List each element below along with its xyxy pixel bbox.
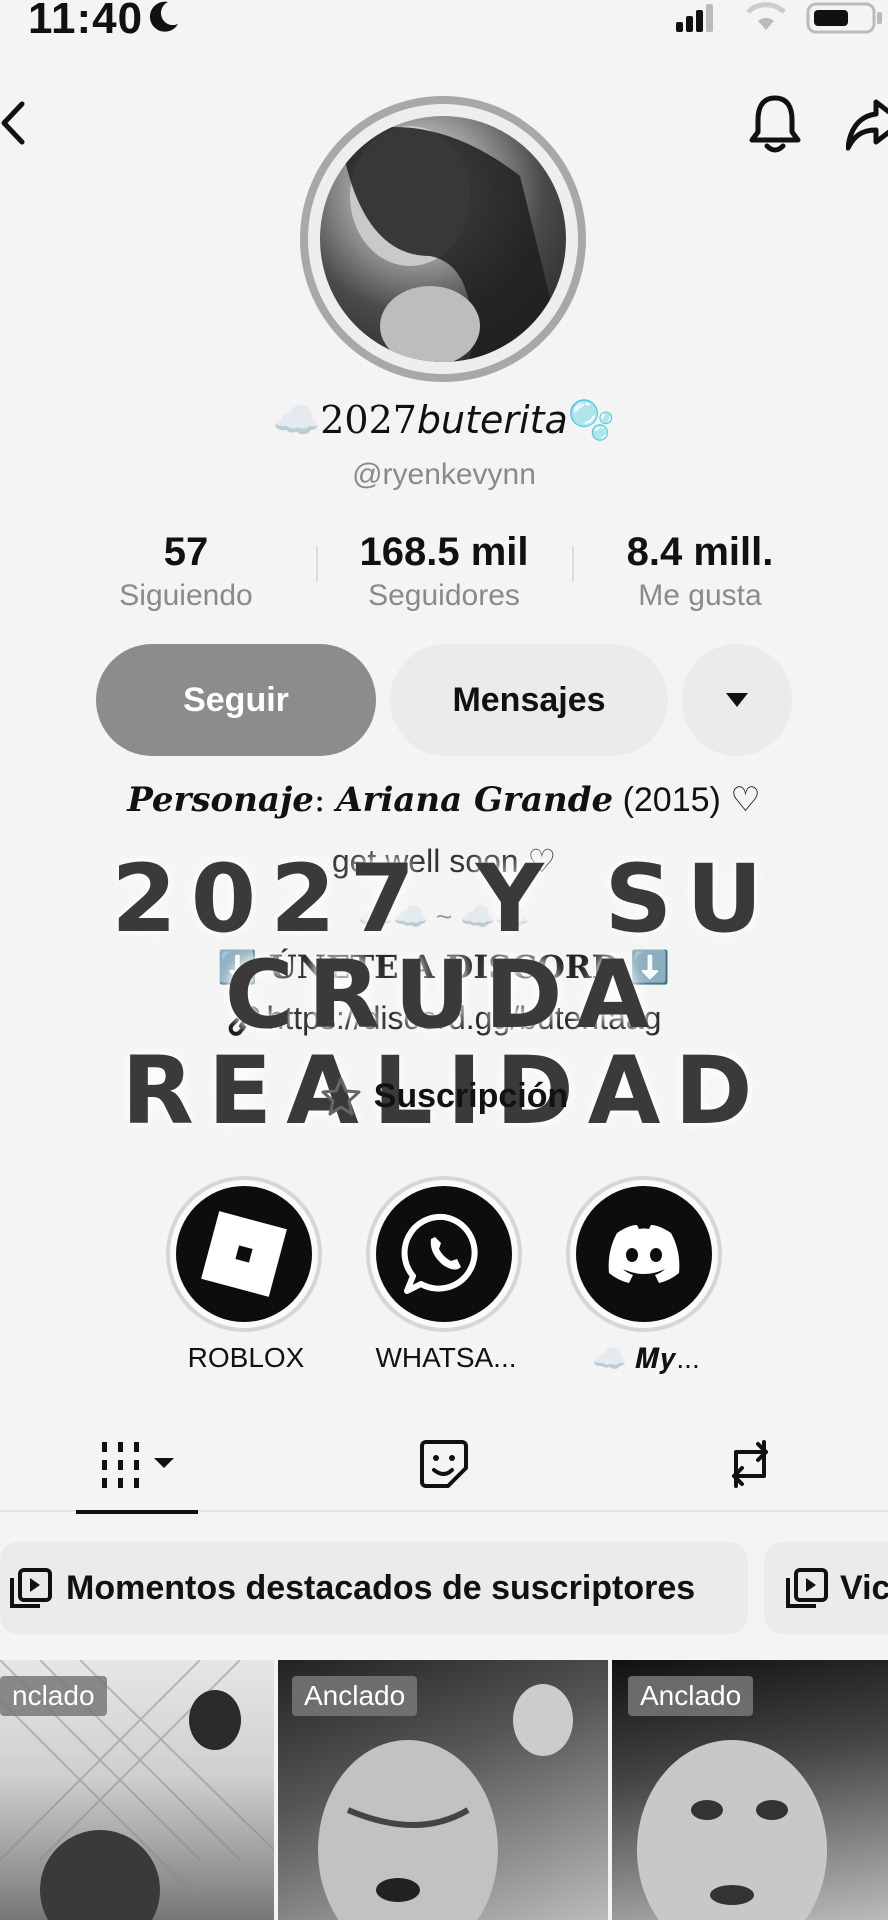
repost-icon — [732, 1440, 768, 1488]
highlight-discord[interactable]: ☁️ 𝑴𝒚... — [566, 1176, 726, 1376]
messages-button[interactable]: Mensajes — [390, 644, 668, 756]
stat-likes[interactable]: 8.4 mill. Me gusta — [570, 530, 830, 613]
bio-separator: : — [313, 780, 337, 820]
grid-icon — [102, 1442, 174, 1488]
bell-icon[interactable] — [746, 92, 804, 156]
stat-following-label: Siguiendo — [119, 579, 253, 612]
share-icon[interactable] — [846, 96, 888, 152]
tab-reposts[interactable] — [722, 1438, 778, 1495]
display-name: ☁️2027𝘣𝘶𝘵𝘦𝘳𝘪𝘵𝘢🫧 — [272, 398, 616, 442]
bio-year: (2015) ♡ — [613, 781, 761, 819]
discord-icon — [608, 1225, 680, 1283]
sticker-icon — [420, 1440, 468, 1488]
more-dropdown-button[interactable] — [682, 644, 792, 756]
avatar[interactable] — [320, 116, 566, 362]
highlight-whatsapp[interactable]: WHATSA... — [366, 1176, 526, 1374]
highlight-caption: ☁️ 𝑴𝒚... — [592, 1343, 700, 1374]
tab-favorites[interactable] — [418, 1438, 470, 1495]
caret-down-icon — [726, 693, 748, 707]
stat-following[interactable]: 57 Siguiendo — [56, 530, 316, 613]
pill-label: Momentos destacados de suscriptores — [66, 1568, 696, 1607]
star-badge-icon — [321, 1077, 361, 1116]
signal-icon — [676, 4, 713, 32]
tab-videos[interactable] — [100, 1440, 180, 1495]
wifi-icon — [746, 2, 786, 30]
stat-followers[interactable]: 168.5 mil Seguidores — [314, 530, 574, 613]
pill-videos[interactable]: Vic — [764, 1542, 888, 1634]
bio-line-character: Personaje: Ariana Grande (2015) ♡ — [0, 780, 888, 820]
highlight-roblox[interactable]: ROBLOX — [166, 1176, 326, 1374]
whatsapp-icon — [401, 1213, 478, 1294]
subscription-label: Suscripción — [373, 1076, 569, 1115]
battery-icon — [806, 2, 882, 34]
active-tab-indicator — [76, 1510, 198, 1514]
highlight-caption: WHATSA... — [375, 1342, 517, 1373]
pinned-badge: Anclado — [292, 1676, 418, 1716]
overlay-line-1: 2027 Y SU CRUDA — [111, 845, 777, 1050]
pinned-badge: Anclado — [628, 1676, 754, 1716]
username-handle: @ryenkevynn — [352, 458, 536, 491]
pill-label: Vic — [840, 1568, 888, 1607]
stat-likes-value: 8.4 mill. — [626, 530, 774, 574]
pinned-badge: nclado — [0, 1676, 107, 1716]
stat-followers-value: 168.5 mil — [359, 530, 529, 574]
stat-followers-label: Seguidores — [368, 579, 520, 612]
subscription-button[interactable]: Suscripción — [0, 1076, 888, 1116]
pill-subscriber-highlights[interactable]: Momentos destacados de suscriptores — [0, 1542, 748, 1634]
stat-following-value: 57 — [163, 530, 209, 574]
playlist-icon — [786, 1568, 828, 1608]
bio-label: Personaje — [127, 780, 314, 820]
back-icon[interactable] — [0, 98, 30, 148]
status-time: 11:40 — [28, 0, 144, 43]
roblox-icon — [201, 1211, 287, 1297]
bio-character-name: Ariana Grande — [336, 780, 614, 820]
playlist-icon — [10, 1568, 52, 1608]
follow-button[interactable]: Seguir — [96, 644, 376, 756]
moon-icon — [149, 1, 178, 32]
highlight-caption: ROBLOX — [187, 1342, 305, 1373]
stat-likes-label: Me gusta — [638, 579, 762, 612]
